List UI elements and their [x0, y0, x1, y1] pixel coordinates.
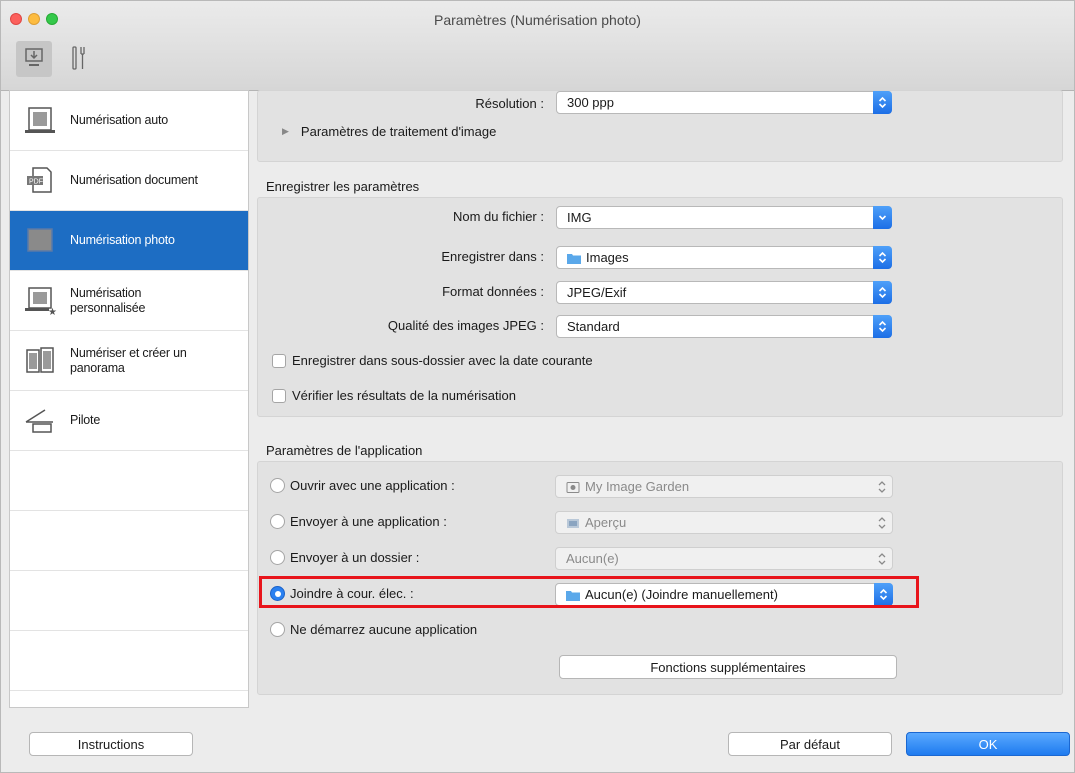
computer-scan-icon [22, 46, 46, 73]
resolution-select[interactable]: 300 ppp [556, 91, 892, 114]
save-in-label: Enregistrer dans : [441, 249, 544, 264]
sidebar-item-photo-scan[interactable]: Numérisation photo [10, 211, 248, 271]
sidebar-item-label: Pilote [70, 413, 101, 427]
radio-button[interactable] [270, 550, 285, 565]
chevron-updown-icon [873, 246, 892, 269]
auto-scan-icon [10, 91, 70, 151]
custom-scan-icon: ★ [10, 271, 70, 331]
file-name-combo[interactable]: IMG [556, 206, 892, 229]
ok-button[interactable]: OK [906, 732, 1070, 756]
sidebar-item-driver[interactable]: Pilote [10, 391, 248, 451]
sidebar-item-label-line1: Numérisation [70, 285, 142, 300]
chevron-updown-icon [873, 91, 892, 114]
sidebar-item-auto-scan[interactable]: Numérisation auto [10, 91, 248, 151]
radio-button[interactable] [270, 514, 285, 529]
subfolder-date-label: Enregistrer dans sous-dossier avec la da… [292, 353, 593, 368]
sidebar-empty-row [10, 511, 248, 571]
sidebar-empty-row [10, 451, 248, 511]
sidebar-item-document-scan[interactable]: PDF Numérisation document [10, 151, 248, 211]
image-processing-disclosure[interactable]: ▶ Paramètres de traitement d'image [282, 124, 496, 139]
svg-text:★: ★ [48, 307, 57, 316]
open-with-app-label: Ouvrir avec une application : [290, 478, 455, 493]
disclosure-triangle-icon: ▶ [282, 126, 289, 136]
open-with-app-radio[interactable]: Ouvrir avec une application : [270, 478, 455, 493]
svg-text:PDF: PDF [29, 178, 43, 185]
panorama-icon [10, 331, 70, 391]
check-results-label: Vérifier les résultats de la numérisatio… [292, 388, 516, 403]
pdf-document-icon: PDF [10, 151, 70, 211]
annotation-highlight-box [259, 576, 919, 608]
image-processing-label: Paramètres de traitement d'image [300, 124, 497, 139]
sidebar-item-label-line2: panorama [70, 360, 125, 375]
data-format-select[interactable]: JPEG/Exif [556, 281, 892, 304]
send-to-app-label: Envoyer à une application : [290, 514, 447, 529]
no-app-radio[interactable]: Ne démarrez aucune application [270, 622, 477, 637]
more-functions-button[interactable]: Fonctions supplémentaires [559, 655, 897, 679]
settings-window: Paramètres (Numérisation photo) Numérisa… [0, 0, 1075, 773]
defaults-button[interactable]: Par défaut [728, 732, 892, 756]
sidebar-item-label: Numérisation document [70, 173, 198, 187]
scan-from-computer-tab[interactable] [16, 41, 52, 77]
chevron-down-icon [873, 206, 892, 229]
title-bar: Paramètres (Numérisation photo) [1, 1, 1074, 91]
folder-icon [567, 252, 581, 264]
jpeg-quality-select[interactable]: Standard [556, 315, 892, 338]
instructions-button[interactable]: Instructions [29, 732, 193, 756]
jpeg-quality-label: Qualité des images JPEG : [387, 318, 544, 333]
preview-app-icon [566, 517, 580, 528]
save-settings-title: Enregistrer les paramètres [266, 179, 420, 194]
app-icon [566, 481, 580, 493]
scan-mode-sidebar: Numérisation auto PDF Numérisation docum… [9, 90, 249, 708]
sidebar-item-label-line1: Numériser et créer un [70, 345, 187, 360]
tools-icon [67, 44, 91, 75]
open-with-app-select[interactable]: My Image Garden [555, 475, 893, 498]
scan-options-group: Résolution : 300 ppp ▶ Paramètres de tra… [257, 90, 1063, 162]
subfolder-date-checkbox[interactable]: Enregistrer dans sous-dossier avec la da… [272, 353, 593, 368]
sidebar-item-label-line2: personnalisée [70, 300, 146, 315]
send-to-app-radio[interactable]: Envoyer à une application : [270, 514, 447, 529]
chevron-updown-icon [878, 553, 886, 565]
app-settings-title: Paramètres de l'application [266, 443, 423, 458]
no-app-label: Ne démarrez aucune application [290, 622, 478, 637]
resolution-label: Résolution : [475, 96, 544, 111]
chevron-updown-icon [878, 481, 886, 493]
save-settings-group: Nom du fichier : IMG Enregistrer dans : … [257, 197, 1063, 417]
save-in-select[interactable]: Images [556, 246, 892, 269]
sidebar-item-label: Numérisation auto [70, 113, 169, 127]
window-title: Paramètres (Numérisation photo) [434, 12, 641, 28]
general-settings-tab[interactable] [61, 41, 97, 77]
radio-button[interactable] [270, 622, 285, 637]
radio-button[interactable] [270, 478, 285, 493]
chevron-updown-icon [873, 315, 892, 338]
driver-icon [10, 391, 70, 451]
chevron-updown-icon [873, 281, 892, 304]
chevron-updown-icon [878, 517, 886, 529]
sidebar-empty-row [10, 631, 248, 691]
send-to-app-select[interactable]: Aperçu [555, 511, 893, 534]
send-to-folder-radio[interactable]: Envoyer à un dossier : [270, 550, 419, 565]
sidebar-empty-row [10, 571, 248, 631]
data-format-label: Format données : [442, 284, 544, 299]
file-name-label: Nom du fichier : [452, 209, 544, 224]
checkbox-box[interactable] [272, 353, 286, 368]
checkbox-box[interactable] [272, 388, 286, 403]
sidebar-item-panorama[interactable]: Numériser et créer un panorama [10, 331, 248, 391]
send-to-folder-select[interactable]: Aucun(e) [555, 547, 893, 570]
sidebar-item-custom-scan[interactable]: ★ Numérisation personnalisée [10, 271, 248, 331]
sidebar-item-label: Numérisation photo [70, 233, 175, 247]
photo-scan-icon [10, 211, 70, 271]
check-results-checkbox[interactable]: Vérifier les résultats de la numérisatio… [272, 388, 516, 403]
send-to-folder-label: Envoyer à un dossier : [290, 550, 420, 565]
settings-panel: Résolution : 300 ppp ▶ Paramètres de tra… [249, 90, 1069, 708]
